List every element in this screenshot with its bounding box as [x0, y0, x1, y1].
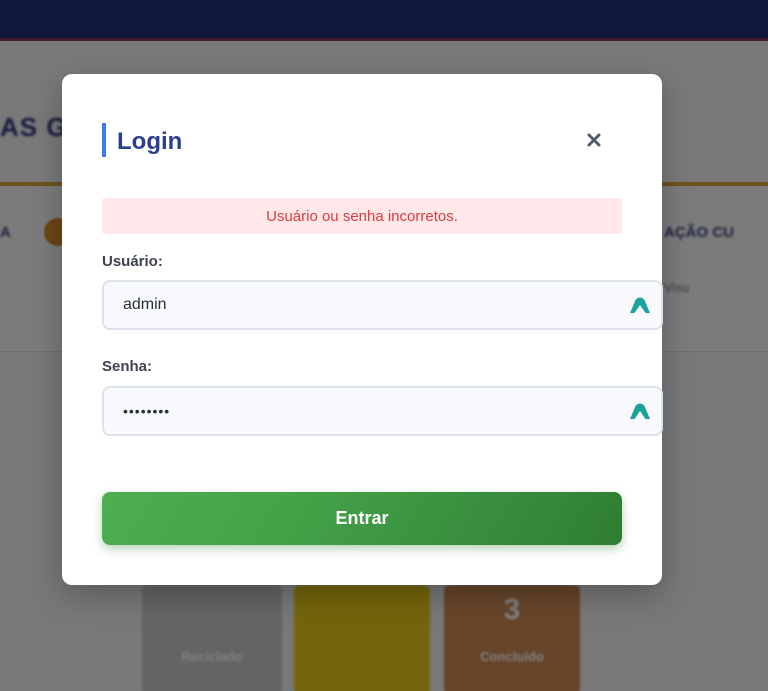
username-input[interactable] — [104, 282, 661, 328]
login-modal: Login Usuário ou senha incorretos. Usuár… — [62, 74, 663, 585]
login-submit-button[interactable]: Entrar — [102, 492, 622, 545]
username-label: Usuário: — [102, 253, 163, 270]
password-manager-icon[interactable] — [629, 402, 651, 420]
password-field-wrapper — [102, 386, 663, 436]
error-message: Usuário ou senha incorretos. — [102, 198, 622, 234]
password-label: Senha: — [102, 358, 153, 375]
password-input[interactable] — [104, 388, 661, 434]
modal-title: Login — [102, 123, 182, 157]
page: AS GU A AÇÃO CU Visu Reciclado 3 Concluí… — [0, 0, 768, 691]
close-button[interactable] — [580, 126, 608, 154]
username-field-wrapper — [102, 280, 663, 330]
close-icon — [587, 133, 601, 147]
password-manager-icon[interactable] — [629, 296, 651, 314]
